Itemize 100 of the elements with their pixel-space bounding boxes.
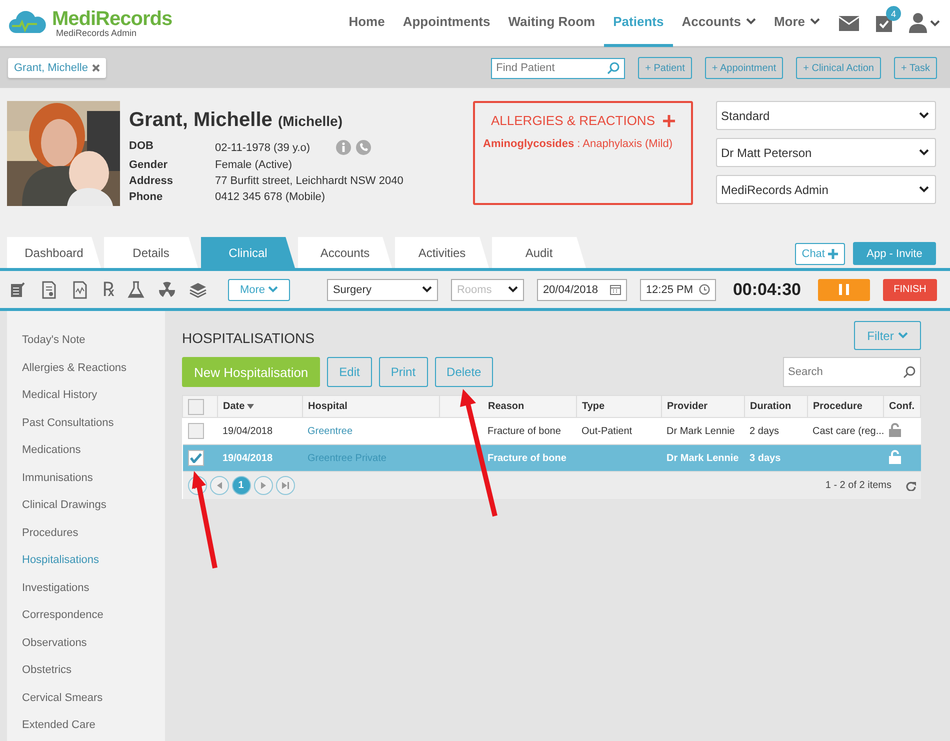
table-cell: Dr Mark Lennie <box>666 452 739 464</box>
hospital-link[interactable]: Greentree <box>308 426 353 436</box>
column-header[interactable]: Procedure <box>808 396 884 418</box>
sidebar-item[interactable]: Allergies & Reactions <box>7 354 165 381</box>
sidebar-item[interactable]: Correspondence <box>7 601 165 628</box>
sidebar-item[interactable]: Observations <box>7 628 165 656</box>
prescription-icon[interactable]: ℞ <box>102 280 114 300</box>
record-tab[interactable]: Clinical <box>201 237 295 268</box>
column-header[interactable]: Provider <box>662 396 744 418</box>
sidebar-item[interactable]: Medications <box>7 436 165 464</box>
pause-button[interactable] <box>818 278 870 300</box>
pager-summary: 1 - 2 of 2 items <box>825 480 892 491</box>
record-tab[interactable]: Details <box>104 237 198 268</box>
stack-icon[interactable] <box>189 280 207 298</box>
table-cell: Fracture of bone <box>488 426 561 436</box>
sidebar-item[interactable]: Extended Care <box>7 711 165 738</box>
sidebar-item[interactable]: Obstetrics <box>7 656 165 684</box>
search-field[interactable]: Search <box>783 357 921 387</box>
column-header[interactable]: Duration <box>744 396 808 418</box>
column-header[interactable]: Date <box>218 396 302 418</box>
record-tab[interactable]: Audit <box>492 237 586 268</box>
record-tab[interactable]: Dashboard <box>7 237 101 268</box>
sidebar-item[interactable]: Clinical Drawings <box>7 491 165 518</box>
dropdown-select[interactable]: MediRecords Admin <box>716 175 936 204</box>
sidebar-item[interactable]: Procedures <box>7 518 165 546</box>
finish-button[interactable]: FINISH <box>883 278 937 300</box>
table-cell: Cast care (reg... <box>812 426 884 436</box>
column-header[interactable]: Hospital <box>302 396 440 418</box>
record-tab[interactable]: Activities <box>395 237 489 268</box>
patient-tab[interactable]: Grant, Michelle <box>8 58 106 78</box>
radiation-icon[interactable] <box>158 280 176 298</box>
next-page-icon <box>260 482 266 489</box>
chevron-down-icon <box>930 20 940 26</box>
calendar-icon <box>610 284 621 295</box>
next-page-button[interactable] <box>254 476 272 495</box>
close-icon[interactable] <box>92 64 100 72</box>
nav-link[interactable]: Waiting Room <box>499 0 604 47</box>
dropdown-select[interactable]: Standard <box>716 101 936 130</box>
detail-value: 77 Burfitt street, Leichhardt NSW 2040 <box>215 175 404 187</box>
chevron-down-icon <box>919 112 929 119</box>
sort-icon <box>247 404 254 409</box>
allergy-entry: Aminoglycosides : Anaphylaxis (Mild) <box>483 138 674 150</box>
user-icon[interactable] <box>909 13 927 33</box>
sidebar-item[interactable]: Immunisations <box>7 464 165 491</box>
sidebar-item[interactable]: Today's Note <box>7 326 165 354</box>
more-button[interactable]: More <box>228 278 290 300</box>
document-icon[interactable] <box>40 280 58 298</box>
checkbox[interactable] <box>188 450 204 466</box>
chevron-down-icon <box>268 286 278 293</box>
chevron-down-icon <box>898 332 908 339</box>
clock-icon <box>698 284 710 295</box>
sidebar-item[interactable]: Investigations <box>7 574 165 601</box>
checkbox[interactable] <box>188 398 204 414</box>
info-icon[interactable] <box>336 140 351 155</box>
last-page-button[interactable] <box>276 476 294 495</box>
location-select[interactable]: Surgery <box>326 278 438 300</box>
previous-page-button[interactable] <box>210 476 228 495</box>
allergies-title: ALLERGIES & REACTIONS <box>491 113 655 128</box>
check-icon <box>190 453 202 463</box>
nav-link[interactable]: Home <box>340 0 394 47</box>
sidebar-item[interactable]: Medical History <box>7 381 165 408</box>
detail-value: 0412 345 678 (Mobile) <box>215 191 326 203</box>
chevron-down-icon <box>919 149 929 156</box>
patient-name: Grant, Michelle (Michelle) <box>129 109 344 132</box>
record-tab[interactable]: Accounts <box>298 237 392 268</box>
chat-button[interactable]: Chat <box>794 242 845 264</box>
notification-badge: 4 <box>886 6 901 21</box>
checkbox[interactable] <box>188 423 204 439</box>
chevron-down-icon <box>810 18 820 25</box>
sidebar-item[interactable]: Hospitalisations <box>7 546 165 574</box>
sidebar-item[interactable]: Cervical Smears <box>7 684 165 711</box>
chevron-down-icon <box>508 286 518 293</box>
nav-link[interactable]: Appointments <box>394 0 500 47</box>
phone-icon[interactable] <box>356 140 371 155</box>
sidebar-item[interactable]: Past Consultations <box>7 408 165 436</box>
notepad-icon[interactable] <box>9 280 27 298</box>
chart-document-icon[interactable] <box>71 280 89 298</box>
flask-icon[interactable] <box>127 280 145 298</box>
nav-link[interactable]: More <box>764 0 829 47</box>
date-field[interactable]: 20/04/2018 <box>536 278 627 300</box>
last-page-icon <box>282 482 288 489</box>
refresh-icon[interactable] <box>906 480 916 490</box>
lock-icon <box>888 450 900 464</box>
page-button[interactable]: 1 <box>232 476 250 495</box>
column-header[interactable]: Reason <box>440 396 576 418</box>
dropdown-select[interactable]: Dr Matt Peterson <box>716 138 936 167</box>
mail-icon[interactable] <box>839 16 859 30</box>
time-field[interactable]: 12:25 PM <box>640 278 716 300</box>
column-header[interactable]: Type <box>576 396 662 418</box>
chevron-down-icon <box>919 186 929 193</box>
add-icon[interactable] <box>663 114 675 126</box>
chevron-down-icon <box>746 18 756 25</box>
column-header[interactable]: Conf. <box>884 396 920 418</box>
task-check-icon[interactable] <box>875 14 893 32</box>
nav-link[interactable]: Accounts <box>672 0 765 47</box>
find-patient-field[interactable]: Find Patient <box>491 58 626 78</box>
search-icon <box>607 62 620 74</box>
table-cell: 19/04/2018 <box>222 452 273 464</box>
detail-label: Phone <box>129 191 164 203</box>
app-invite-button[interactable]: App - Invite <box>853 242 936 265</box>
